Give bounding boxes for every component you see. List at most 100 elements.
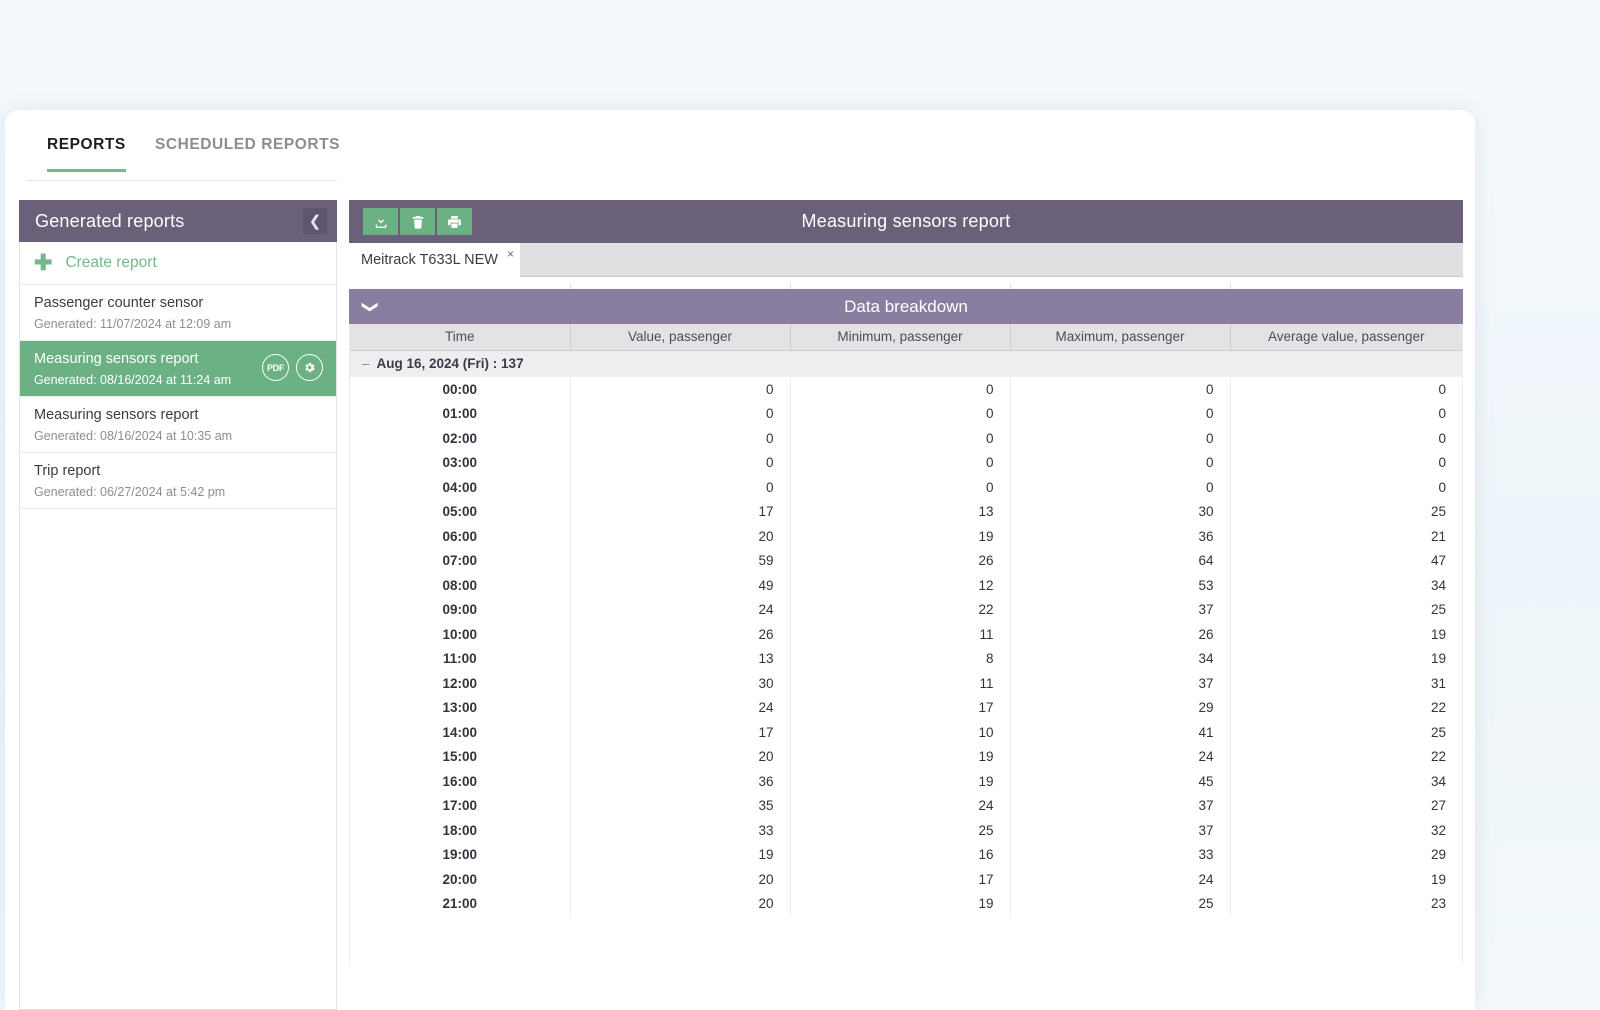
cell-max: 36 (1010, 524, 1231, 549)
table-row[interactable]: 01:00 0 0 0 0 (350, 401, 1462, 426)
report-list: ✚ Create report Passenger counter sensor… (19, 242, 337, 1010)
close-icon[interactable]: × (507, 247, 514, 261)
cell-value: 20 (570, 867, 791, 892)
cell-max: 24 (1010, 744, 1231, 769)
table-row[interactable]: 17:00 35 24 37 27 (350, 793, 1462, 818)
cell-avg: 0 (1230, 426, 1462, 451)
cell-time: 06:00 (350, 524, 571, 549)
cell-max: 0 (1010, 426, 1231, 451)
cell-time: 12:00 (350, 671, 571, 696)
pdf-icon[interactable]: PDF (262, 354, 289, 381)
cell-value: 26 (570, 622, 791, 647)
list-item[interactable]: Trip report Generated: 06/27/2024 at 5:4… (20, 453, 336, 509)
table-row[interactable]: 09:00 24 22 37 25 (350, 597, 1462, 622)
table-row[interactable]: 03:00 0 0 0 0 (350, 450, 1462, 475)
cell-time: 10:00 (350, 622, 571, 647)
table-row[interactable]: 02:00 0 0 0 0 (350, 426, 1462, 451)
delete-button[interactable] (400, 208, 435, 235)
chevron-left-icon[interactable]: ❮ (303, 208, 327, 234)
column-header-minimum[interactable]: Minimum, passenger (790, 324, 1011, 351)
cell-min: 0 (790, 475, 1011, 500)
cell-avg: 31 (1230, 671, 1462, 696)
table-row[interactable]: 15:00 20 19 24 22 (350, 744, 1462, 769)
table-row[interactable]: 11:00 13 8 34 19 (350, 646, 1462, 671)
cell-time: 20:00 (350, 867, 571, 892)
table-row[interactable]: 07:00 59 26 64 47 (350, 548, 1462, 573)
column-header-value[interactable]: Value, passenger (570, 324, 791, 351)
cell-min: 16 (790, 842, 1011, 867)
table-row[interactable]: 06:00 20 19 36 21 (350, 524, 1462, 549)
table-row[interactable]: 12:00 30 11 37 31 (350, 671, 1462, 696)
list-item[interactable]: Measuring sensors report Generated: 08/1… (20, 397, 336, 453)
collapse-toggle-icon[interactable]: – (362, 356, 370, 371)
cell-avg: 32 (1230, 818, 1462, 843)
list-item[interactable]: Passenger counter sensor Generated: 11/0… (20, 285, 336, 341)
cell-avg: 21 (1230, 524, 1462, 549)
cell-avg: 25 (1230, 597, 1462, 622)
table-row[interactable]: 00:00 0 0 0 0 (350, 377, 1462, 402)
cell-avg: 22 (1230, 695, 1462, 720)
table-row[interactable]: 13:00 24 17 29 22 (350, 695, 1462, 720)
cell-avg: 25 (1230, 720, 1462, 745)
table-row[interactable]: 10:00 26 11 26 19 (350, 622, 1462, 647)
cell-min: 11 (790, 671, 1011, 696)
print-button[interactable] (437, 208, 472, 235)
list-item[interactable]: Measuring sensors report Generated: 08/1… (20, 341, 336, 397)
cell-value: 30 (570, 671, 791, 696)
generated-reports-sidebar: Generated reports ❮ ✚ Create report Pass… (19, 200, 337, 1010)
device-tab[interactable]: Meitrack T633L NEW × (349, 243, 520, 277)
cell-time: 01:00 (350, 401, 571, 426)
table-row[interactable]: 14:00 17 10 41 25 (350, 720, 1462, 745)
tab-reports[interactable]: REPORTS (47, 136, 126, 172)
data-breakdown-header[interactable]: ❯ Data breakdown (349, 289, 1463, 324)
tab-strip-divider (27, 180, 337, 181)
cell-min: 8 (790, 646, 1011, 671)
cell-max: 30 (1010, 499, 1231, 524)
table-row[interactable]: 16:00 36 19 45 34 (350, 769, 1462, 794)
download-button[interactable] (363, 208, 398, 235)
cell-avg: 0 (1230, 401, 1462, 426)
sidebar-header: Generated reports ❮ (19, 200, 337, 242)
cell-avg: 19 (1230, 867, 1462, 892)
gear-icon[interactable] (296, 354, 323, 381)
cell-max: 0 (1010, 401, 1231, 426)
cell-max: 45 (1010, 769, 1231, 794)
table-row[interactable]: 04:00 0 0 0 0 (350, 475, 1462, 500)
table-row[interactable]: 18:00 33 25 37 32 (350, 818, 1462, 843)
report-title: Measuring sensors report (801, 211, 1011, 231)
create-report-label: Create report (65, 254, 157, 271)
cell-max: 26 (1010, 622, 1231, 647)
cell-min: 17 (790, 695, 1011, 720)
cell-min: 25 (790, 818, 1011, 843)
cell-time: 05:00 (350, 499, 571, 524)
table-row[interactable]: 21:00 20 19 25 23 (350, 891, 1462, 916)
cell-min: 10 (790, 720, 1011, 745)
cell-avg: 34 (1230, 573, 1462, 598)
cell-avg: 0 (1230, 377, 1462, 402)
report-generated: Generated: 06/27/2024 at 5:42 pm (34, 485, 226, 499)
table-row[interactable]: 19:00 19 16 33 29 (350, 842, 1462, 867)
table-group-row[interactable]: – Aug 16, 2024 (Fri) : 137 (350, 350, 1462, 377)
column-header-average[interactable]: Average value, passenger (1230, 324, 1462, 351)
column-header-maximum[interactable]: Maximum, passenger (1010, 324, 1231, 351)
group-row-label: Aug 16, 2024 (Fri) : 137 (376, 356, 524, 372)
table-row[interactable]: 20:00 20 17 24 19 (350, 867, 1462, 892)
cell-avg: 47 (1230, 548, 1462, 573)
plus-icon: ✚ (34, 250, 53, 275)
data-breakdown-table-wrap[interactable]: Time Value, passenger Minimum, passenger… (349, 324, 1463, 964)
cell-min: 19 (790, 891, 1011, 916)
cell-min: 19 (790, 524, 1011, 549)
chevron-down-icon[interactable]: ❯ (362, 300, 379, 313)
cell-avg: 27 (1230, 793, 1462, 818)
column-header-time[interactable]: Time (350, 324, 571, 351)
report-generated: Generated: 11/07/2024 at 12:09 am (34, 317, 232, 331)
tab-scheduled-reports[interactable]: SCHEDULED REPORTS (155, 136, 340, 172)
cell-avg: 19 (1230, 622, 1462, 647)
create-report-button[interactable]: ✚ Create report (20, 242, 336, 285)
cell-time: 02:00 (350, 426, 571, 451)
cell-time: 18:00 (350, 818, 571, 843)
table-row[interactable]: 05:00 17 13 30 25 (350, 499, 1462, 524)
table-row[interactable]: 08:00 49 12 53 34 (350, 573, 1462, 598)
cell-value: 36 (570, 769, 791, 794)
cell-time: 19:00 (350, 842, 571, 867)
